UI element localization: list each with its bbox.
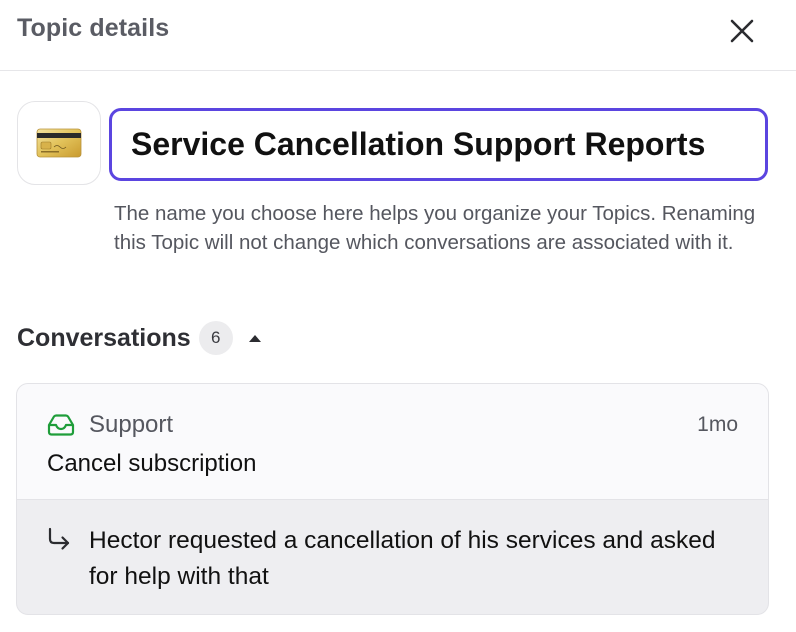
inbox-icon	[47, 414, 75, 436]
conversation-card-header: Support 1mo Cancel subscription	[17, 384, 768, 500]
conversations-title: Conversations	[17, 323, 191, 352]
inbox-row: Support	[47, 411, 173, 439]
topic-name-input[interactable]	[109, 108, 768, 181]
close-icon	[730, 19, 754, 43]
conversation-subject: Cancel subscription	[47, 450, 257, 477]
collapse-toggle[interactable]	[247, 330, 263, 346]
topic-name-helper-text: The name you choose here helps you organ…	[114, 202, 756, 254]
conversation-card[interactable]: Support 1mo Cancel subscription Hector r…	[16, 383, 769, 615]
panel-header: Topic details	[0, 0, 796, 71]
conversations-count-badge: 6	[198, 321, 233, 355]
caret-up-icon	[248, 335, 261, 342]
conversation-time: 1mo	[697, 413, 738, 436]
credit-card-icon	[36, 128, 82, 158]
close-button[interactable]	[722, 11, 762, 51]
conversations-section-header: Conversations 6	[17, 319, 263, 357]
reply-arrow-icon	[47, 523, 75, 595]
conversation-summary: Hector requested a cancellation of his s…	[89, 527, 716, 590]
inbox-name: Support	[89, 411, 174, 438]
topic-icon-button[interactable]	[17, 101, 101, 185]
conversation-summary-row: Hector requested a cancellation of his s…	[47, 523, 738, 595]
panel-title: Topic details	[17, 14, 170, 42]
